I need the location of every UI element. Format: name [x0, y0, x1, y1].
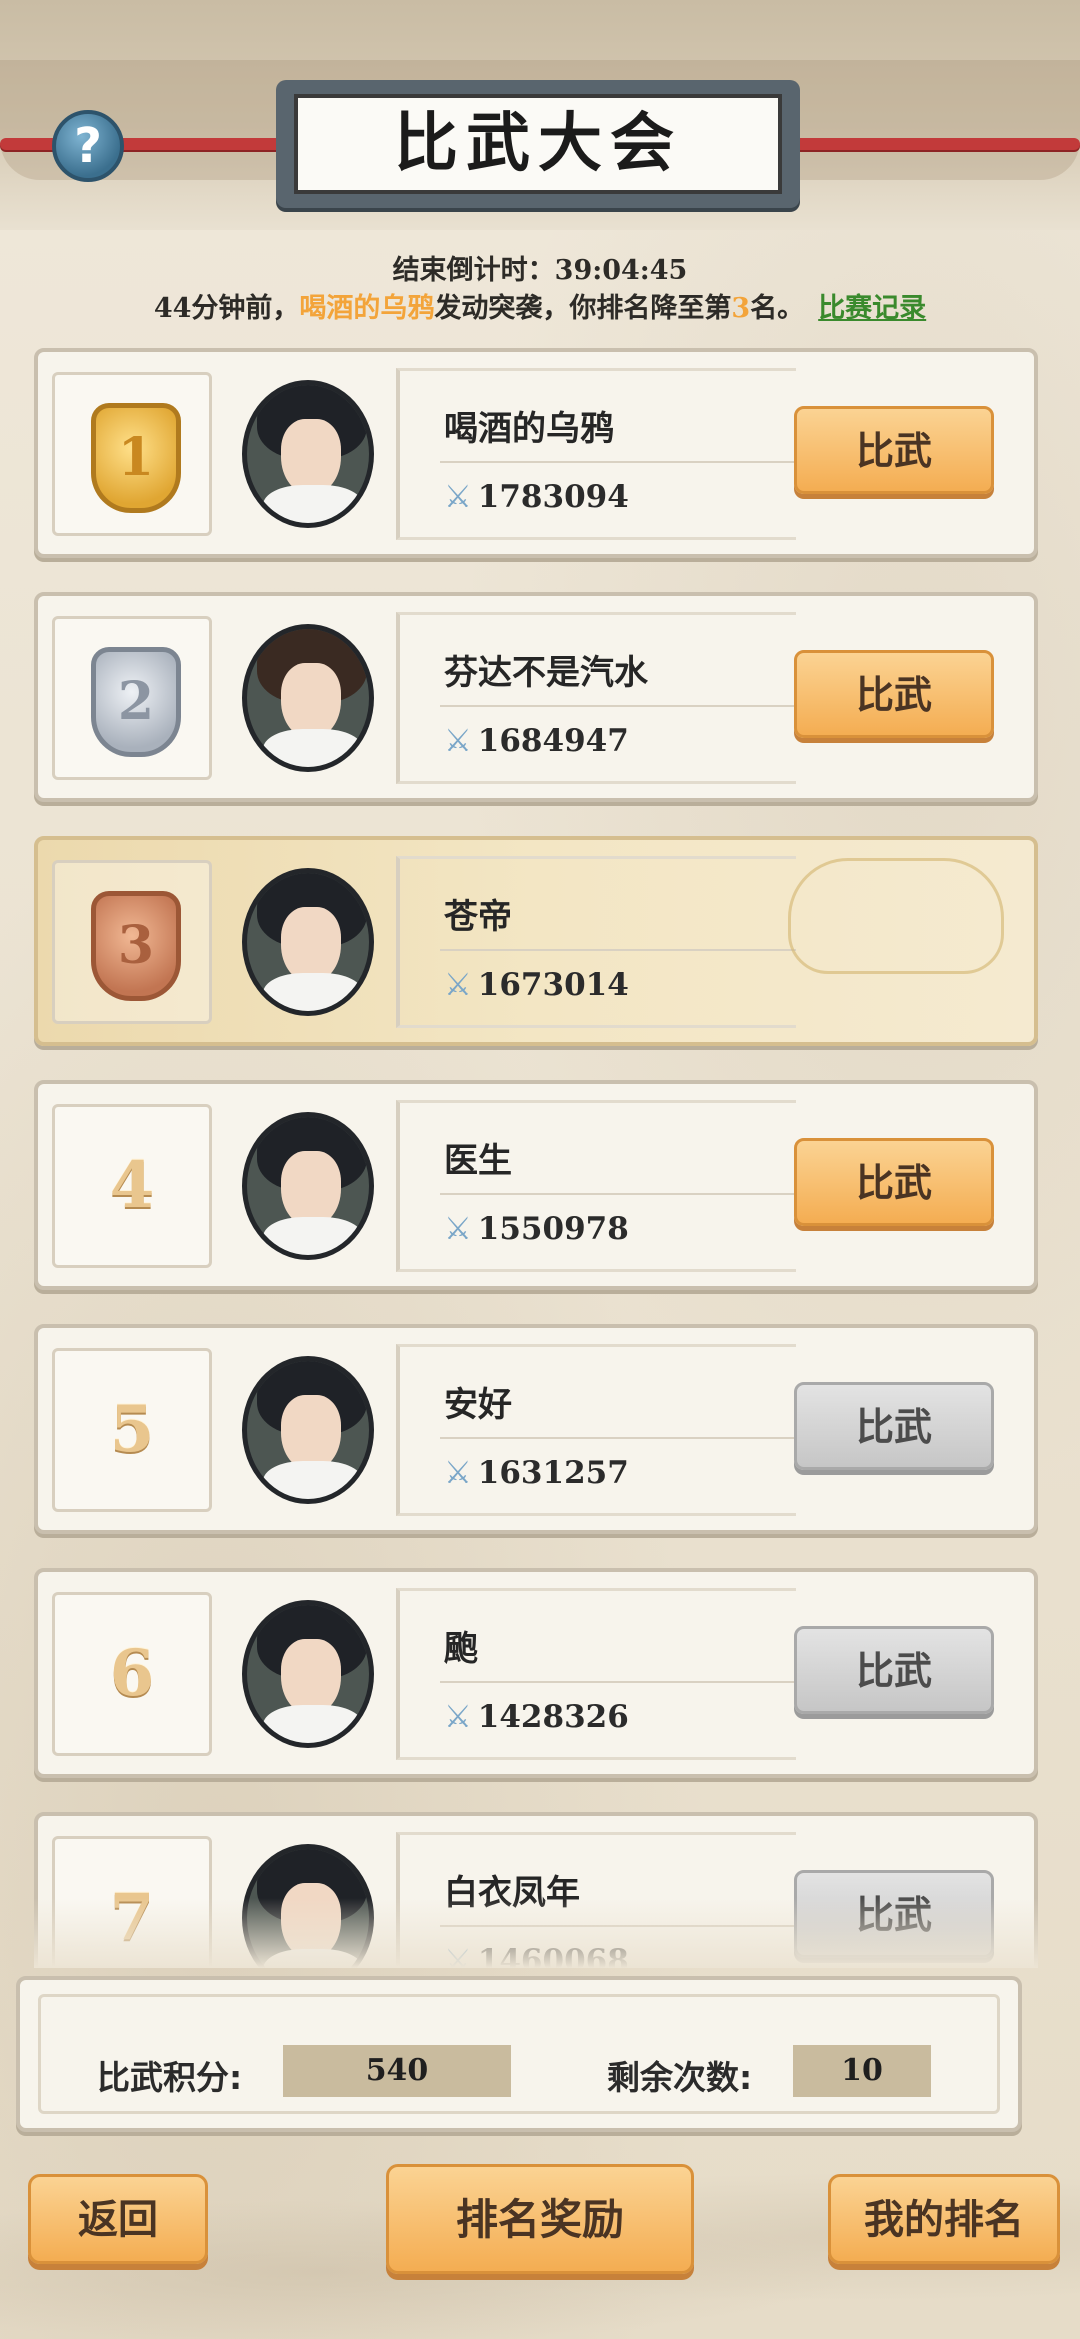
crossed-swords-icon: ⚔ — [444, 1699, 472, 1735]
power-value: ⚔ 1550978 — [444, 1211, 629, 1247]
player-info: 苍帝 ⚔ 1673014 — [396, 856, 796, 1028]
avatar[interactable] — [242, 1112, 374, 1260]
player-info: 芬达不是汽水 ⚔ 1684947 — [396, 612, 796, 784]
power-value: ⚔ 1631257 — [444, 1455, 629, 1491]
countdown-value: 39:04:45 — [554, 255, 688, 286]
match-record-link[interactable]: 比赛记录 — [818, 293, 926, 324]
power-value: ⚔ 1684947 — [444, 723, 629, 759]
rank-box: 5 — [52, 1348, 212, 1512]
challenge-button[interactable]: 比武 — [794, 406, 994, 494]
rank-box: 3 — [52, 860, 212, 1024]
cloud-decoration — [788, 858, 1004, 974]
countdown: 结束倒计时：39:04:45 — [0, 248, 1080, 287]
stats-panel: 比武积分: 540 剩余次数: 10 — [16, 1976, 1022, 2132]
power-value: ⚔ 1428326 — [444, 1699, 629, 1735]
score-label: 比武积分: — [97, 2058, 243, 2097]
page-title: 比武大会 — [394, 107, 682, 181]
player-name: 苍帝 — [444, 897, 512, 937]
ranking-row-self: 3 苍帝 ⚔ 1673014 — [34, 836, 1038, 1046]
challenge-button[interactable]: 比武 — [794, 650, 994, 738]
list-fade — [34, 1898, 1038, 1968]
ranking-row: 2 芬达不是汽水 ⚔ 1684947 比武 — [34, 592, 1038, 802]
notice-attacker: 喝酒的乌鸦 — [299, 293, 435, 324]
rank-number: 5 — [109, 1392, 155, 1467]
remaining-label: 剩余次数: — [607, 2058, 753, 2097]
player-name: 安好 — [444, 1385, 512, 1425]
player-name: 医生 — [444, 1141, 512, 1181]
ranking-row: 4 医生 ⚔ 1550978 比武 — [34, 1080, 1038, 1290]
rank-box: 6 — [52, 1592, 212, 1756]
gold-medal-icon: 1 — [91, 403, 181, 513]
countdown-label: 结束倒计时： — [392, 255, 555, 286]
avatar[interactable] — [242, 1356, 374, 1504]
score-value: 540 — [283, 2045, 511, 2097]
avatar[interactable] — [242, 868, 374, 1016]
power-value: ⚔ 1783094 — [444, 479, 629, 515]
player-info: 安好 ⚔ 1631257 — [396, 1344, 796, 1516]
notice-middle: 发动突袭，你排名降至第 — [434, 293, 732, 324]
my-rank-button[interactable]: 我的排名 — [828, 2174, 1060, 2264]
rope-left — [0, 138, 290, 150]
attack-notice: 44分钟前，喝酒的乌鸦发动突袭，你排名降至第3名。 比赛记录 — [0, 286, 1080, 325]
player-info: 喝酒的乌鸦 ⚔ 1783094 — [396, 368, 796, 540]
silver-medal-icon: 2 — [91, 647, 181, 757]
player-name: 颮 — [444, 1629, 478, 1669]
bronze-medal-icon: 3 — [91, 891, 181, 1001]
challenge-button[interactable]: 比武 — [794, 1138, 994, 1226]
ranking-row: 5 安好 ⚔ 1631257 比武 — [34, 1324, 1038, 1534]
ranking-row: 6 颮 ⚔ 1428326 比武 — [34, 1568, 1038, 1778]
crossed-swords-icon: ⚔ — [444, 479, 472, 515]
player-name: 喝酒的乌鸦 — [444, 409, 614, 449]
avatar[interactable] — [242, 1600, 374, 1748]
rank-box: 2 — [52, 616, 212, 780]
back-button[interactable]: 返回 — [28, 2174, 208, 2264]
notice-suffix: 名。 — [750, 293, 805, 324]
rope-right — [790, 138, 1080, 150]
ranking-list[interactable]: 1 喝酒的乌鸦 ⚔ 1783094 比武 2 芬达不是汽水 ⚔ 1684947 比武… — [34, 348, 1038, 1968]
ranking-row: 1 喝酒的乌鸦 ⚔ 1783094 比武 — [34, 348, 1038, 558]
avatar[interactable] — [242, 624, 374, 772]
avatar[interactable] — [242, 380, 374, 528]
remaining-value: 10 — [793, 2045, 931, 2097]
player-info: 医生 ⚔ 1550978 — [396, 1100, 796, 1272]
rank-number: 6 — [109, 1636, 155, 1711]
challenge-button-disabled[interactable]: 比武 — [794, 1382, 994, 1470]
title-plaque: 比武大会 — [276, 80, 800, 208]
player-name: 芬达不是汽水 — [444, 653, 648, 693]
crossed-swords-icon: ⚔ — [444, 967, 472, 1003]
notice-prefix: 44分钟前， — [153, 293, 300, 324]
crossed-swords-icon: ⚔ — [444, 723, 472, 759]
notice-rank: 3 — [731, 293, 751, 324]
help-button[interactable]: ? — [52, 110, 124, 182]
challenge-button-disabled[interactable]: 比武 — [794, 1626, 994, 1714]
crossed-swords-icon: ⚔ — [444, 1211, 472, 1247]
rank-box: 4 — [52, 1104, 212, 1268]
power-value: ⚔ 1673014 — [444, 967, 629, 1003]
rank-box: 1 — [52, 372, 212, 536]
player-info: 颮 ⚔ 1428326 — [396, 1588, 796, 1760]
question-icon: ? — [74, 118, 102, 174]
crossed-swords-icon: ⚔ — [444, 1455, 472, 1491]
rank-number: 4 — [109, 1148, 155, 1223]
rank-rewards-button[interactable]: 排名奖励 — [386, 2164, 694, 2274]
